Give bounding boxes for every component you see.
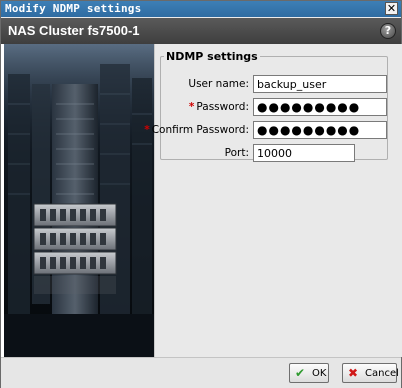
help-button[interactable]: ? (380, 23, 396, 39)
dialog-footer: ✔ OK ✖ Cancel (1, 357, 401, 388)
user-name-input[interactable]: backup_user (253, 75, 387, 93)
user-name-label: User name: (188, 78, 249, 90)
storage-array-image (4, 44, 154, 357)
confirm-password-label: * Confirm Password: (144, 124, 249, 136)
confirm-password-input[interactable]: ●●●●●●●●● (253, 121, 387, 139)
dialog-header: NAS Cluster fs7500-1 ? (1, 18, 401, 44)
help-icon: ? (384, 24, 392, 37)
cluster-name: NAS Cluster fs7500-1 (8, 23, 140, 38)
port-label-text: Port: (224, 147, 249, 159)
required-marker: * (188, 101, 195, 113)
password-row: * Password: ●●●●●●●●● (161, 98, 387, 118)
ndmp-settings-legend: NDMP settings (166, 50, 258, 63)
dialog-content: NDMP settings User name: backup_user * Pa… (1, 44, 402, 357)
password-input[interactable]: ●●●●●●●●● (253, 98, 387, 116)
ok-button[interactable]: ✔ OK (289, 363, 329, 383)
form-area: NDMP settings User name: backup_user * Pa… (144, 44, 402, 357)
port-label: Port: (225, 147, 249, 159)
cancel-button[interactable]: ✖ Cancel (342, 363, 399, 383)
ndmp-settings-group: NDMP settings User name: backup_user * Pa… (144, 50, 388, 162)
user-name-label-text: User name: (188, 78, 249, 90)
window-title: Modify NDMP settings (5, 2, 142, 15)
server-rack-illustration (4, 44, 154, 357)
modify-ndmp-dialog: Modify NDMP settings ✕ NAS Cluster fs750… (0, 0, 402, 388)
close-button[interactable]: ✕ (385, 2, 398, 15)
cancel-button-label: Cancel (365, 368, 399, 379)
password-label: * Password: (189, 101, 249, 113)
required-marker: * (144, 124, 150, 136)
confirm-password-row: * Confirm Password: ●●●●●●●●● (144, 121, 387, 141)
user-name-row: User name: backup_user (161, 75, 387, 95)
checkmark-icon: ✔ (295, 366, 306, 380)
ok-button-label: OK (312, 368, 327, 379)
cross-icon: ✖ (348, 366, 359, 380)
title-bar[interactable]: Modify NDMP settings ✕ (1, 1, 401, 17)
confirm-password-label-text: Confirm Password: (151, 124, 249, 136)
port-input[interactable]: 10000 (253, 144, 355, 162)
port-row: Port: 10000 (161, 144, 387, 164)
password-label-text: Password: (196, 101, 249, 113)
close-icon: ✕ (386, 2, 397, 15)
